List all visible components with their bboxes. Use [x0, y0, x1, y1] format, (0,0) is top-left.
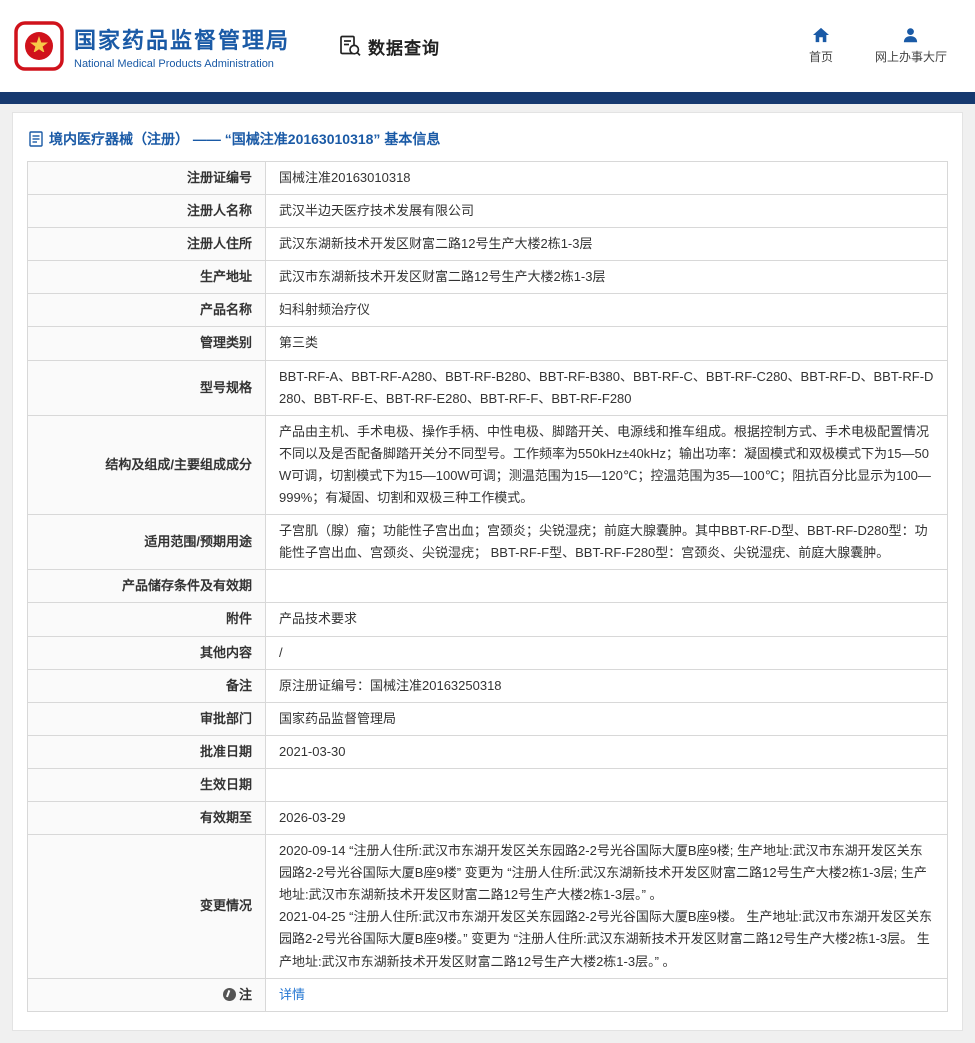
info-panel: 境内医疗器械（注册） —— “国械注准20163010318” 基本信息 注册证… [12, 112, 963, 1031]
field-label: 适用范围/预期用途 [27, 514, 266, 571]
field-label: 产品名称 [27, 293, 266, 328]
field-value: BBT-RF-A、BBT-RF-A280、BBT-RF-B280、BBT-RF-… [265, 359, 948, 416]
nav-service-hall-label: 网上办事大厅 [874, 50, 947, 64]
table-row-note: 注 详情 [27, 977, 948, 1012]
table-row: 变更情况 2020-09-14 “注册人住所:武汉市东湖开发区关东园路2-2号光谷… [27, 834, 948, 979]
table-row: 有效期至 2026-03-29 [27, 800, 948, 836]
field-value: 2026-03-29 [265, 800, 948, 836]
page-title-text: 境内医疗器械（注册） —— “国械注准20163010318” 基本信息 [49, 131, 441, 147]
table-row: 生产地址 武汉市东湖新技术开发区财富二路12号生产大楼2栋1-3层 [27, 260, 948, 295]
table-row: 适用范围/预期用途 子宫肌（腺）瘤；功能性子宫出血；宫颈炎；尖锐湿疣；前庭大腺囊肿… [27, 514, 948, 571]
note-icon [222, 987, 236, 1001]
field-label: 审批部门 [27, 701, 266, 736]
field-value [265, 569, 948, 604]
table-row: 生效日期 [27, 767, 948, 802]
field-label: 注册证编号 [27, 160, 266, 196]
field-label: 附件 [27, 602, 266, 637]
field-label: 管理类别 [27, 326, 266, 361]
table-row: 批准日期 2021-03-30 [27, 734, 948, 769]
field-value [265, 767, 948, 802]
field-label: 生产地址 [27, 260, 266, 295]
field-value: / [265, 635, 948, 670]
org-name-cn: 国家药品监督管理局 [74, 27, 291, 53]
field-value: 详情 [265, 977, 948, 1012]
field-label: 备注 [27, 668, 266, 703]
field-label: 批准日期 [27, 734, 266, 769]
main-content: 境内医疗器械（注册） —— “国械注准20163010318” 基本信息 注册证… [0, 104, 975, 1043]
table-row: 注册人名称 武汉半边天医疗技术发展有限公司 [27, 194, 948, 229]
org-names: 国家药品监督管理局 National Medical Products Admi… [74, 23, 290, 70]
field-label: 注 [27, 977, 266, 1012]
field-value: 武汉半边天医疗技术发展有限公司 [265, 194, 948, 229]
nav-data-query[interactable]: 数据查询 [338, 34, 440, 59]
data-query-label: 数据查询 [368, 38, 441, 58]
table-row: 附件 产品技术要求 [27, 602, 948, 637]
table-row: 审批部门 国家药品监督管理局 [27, 701, 948, 736]
field-value: 武汉市东湖新技术开发区财富二路12号生产大楼2栋1-3层 [265, 260, 948, 295]
org-name-en: National Medical Products Administration [74, 57, 274, 70]
table-row: 其他内容 / [27, 635, 948, 670]
header-divider-bar [0, 92, 975, 104]
note-label: 注 [238, 986, 252, 1002]
table-row: 结构及组成/主要组成成分 产品由主机、手术电极、操作手柄、中性电极、脚踏开关、电源… [27, 414, 948, 516]
nav-service-hall[interactable]: 网上办事大厅 [875, 27, 947, 65]
home-icon [812, 27, 829, 43]
table-row: 产品名称 妇科射频治疗仪 [27, 293, 948, 328]
field-value: 第三类 [265, 326, 948, 361]
field-label: 变更情况 [27, 834, 266, 979]
page-title: 境内医疗器械（注册） —— “国械注准20163010318” 基本信息 [27, 125, 948, 161]
field-value: 国家药品监督管理局 [265, 701, 948, 736]
field-label: 生效日期 [27, 767, 266, 802]
field-label: 有效期至 [27, 800, 266, 836]
field-value: 产品由主机、手术电极、操作手柄、中性电极、脚踏开关、电源线和推车组成。根据控制方… [265, 414, 948, 516]
table-row: 型号规格 BBT-RF-A、BBT-RF-A280、BBT-RF-B280、BBT… [27, 359, 948, 416]
field-label: 产品储存条件及有效期 [27, 569, 266, 604]
table-row: 注册人住所 武汉东湖新技术开发区财富二路12号生产大楼2栋1-3层 [27, 227, 948, 262]
field-value: 2021-03-30 [265, 734, 948, 769]
table-row: 管理类别 第三类 [27, 326, 948, 361]
field-label: 其他内容 [27, 635, 266, 670]
detail-link[interactable]: 详情 [279, 987, 305, 1002]
field-label: 结构及组成/主要组成成分 [27, 414, 266, 516]
field-value: 原注册证编号：国械注准20163250318 [265, 668, 948, 703]
field-value: 子宫肌（腺）瘤；功能性子宫出血；宫颈炎；尖锐湿疣；前庭大腺囊肿。其中BBT-RF… [265, 514, 948, 571]
field-label: 注册人住所 [27, 227, 266, 262]
field-label: 型号规格 [27, 359, 266, 416]
user-icon [904, 28, 918, 43]
field-label: 注册人名称 [27, 194, 266, 229]
field-value: 妇科射频治疗仪 [265, 293, 948, 328]
table-row: 产品储存条件及有效期 [27, 569, 948, 604]
nav-home[interactable]: 首页 [809, 27, 833, 65]
field-value: 产品技术要求 [265, 602, 948, 637]
document-icon [29, 131, 43, 147]
nav-home-label: 首页 [808, 50, 833, 64]
nmpa-logo [14, 21, 64, 71]
site-header: 国家药品监督管理局 National Medical Products Admi… [0, 0, 975, 92]
table-row: 注册证编号 国械注准20163010318 [27, 160, 948, 196]
field-value: 国械注准20163010318 [265, 160, 948, 196]
table-row: 备注 原注册证编号：国械注准20163250318 [27, 668, 948, 703]
data-query-icon [340, 35, 361, 57]
field-value: 武汉东湖新技术开发区财富二路12号生产大楼2栋1-3层 [265, 227, 948, 262]
registration-info-table: 注册证编号 国械注准20163010318 注册人名称 武汉半边天医疗技术发展有限公… [27, 160, 948, 1012]
field-value: 2020-09-14 “注册人住所:武汉市东湖开发区关东园路2-2号光谷国际大厦… [265, 834, 948, 979]
